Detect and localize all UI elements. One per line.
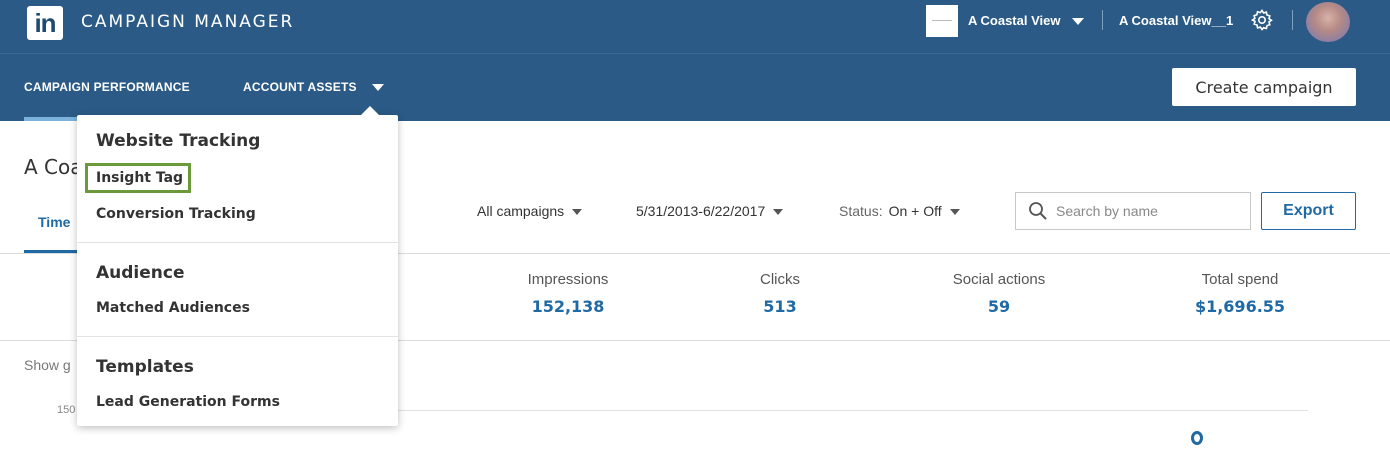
dropdown-heading-website-tracking: Website Tracking [96, 131, 261, 151]
chevron-down-icon [572, 209, 583, 216]
metric-impressions: Impressions 152,138 [488, 271, 648, 316]
user-avatar[interactable] [1306, 2, 1350, 42]
metric-value[interactable]: 59 [919, 297, 1079, 316]
gear-icon[interactable] [1250, 8, 1274, 32]
nav-campaign-performance[interactable]: CAMPAIGN PERFORMANCE [24, 80, 190, 94]
menu-item-lead-generation-forms[interactable]: Lead Generation Forms [96, 394, 280, 410]
dropdown-divider [77, 336, 398, 337]
chevron-down-icon[interactable] [1072, 18, 1084, 25]
metric-label: Total spend [1201, 271, 1279, 288]
date-range-label: 5/31/2013-6/22/2017 [636, 203, 766, 219]
linkedin-logo[interactable]: in [27, 6, 63, 40]
metric-total-spend: Total spend $1,696.55 [1160, 271, 1320, 316]
metric-clicks: Clicks 513 [700, 271, 860, 316]
page-title: A Coa [24, 155, 83, 179]
chart-y-tick: 150 [57, 404, 76, 416]
chevron-down-icon [773, 209, 784, 216]
metric-social-actions: Social actions 59 [919, 271, 1079, 316]
show-graph-label[interactable]: Show g [24, 357, 71, 373]
account-logo-thumbnail[interactable] [926, 5, 958, 37]
metric-label: Impressions [527, 271, 609, 288]
app-title: CAMPAIGN MANAGER [81, 12, 295, 32]
search-icon [1029, 202, 1047, 220]
dropdown-heading-audience: Audience [96, 263, 185, 283]
dropdown-divider [77, 242, 398, 243]
create-campaign-button[interactable]: Create campaign [1172, 68, 1356, 106]
account-assets-dropdown: Website Tracking Insight Tag Conversion … [77, 115, 398, 426]
date-range-filter[interactable]: 5/31/2013-6/22/2017 [636, 203, 784, 219]
status-filter[interactable]: Status: On + Off [839, 203, 960, 219]
account-name[interactable]: A Coastal View [968, 13, 1060, 28]
header-separator [1292, 10, 1293, 30]
dropdown-heading-templates: Templates [96, 357, 194, 377]
tab-time[interactable]: Time [38, 214, 70, 230]
chart-data-point[interactable] [1191, 431, 1203, 445]
search-box[interactable] [1015, 192, 1251, 230]
menu-item-conversion-tracking[interactable]: Conversion Tracking [96, 206, 256, 222]
campaigns-filter[interactable]: All campaigns [477, 203, 583, 219]
chart-grid-line [398, 410, 1308, 411]
chevron-down-icon[interactable] [372, 84, 384, 91]
status-label: Status: [839, 203, 883, 219]
status-value: On + Off [888, 203, 942, 219]
header-separator [1102, 10, 1103, 30]
metric-value[interactable]: $1,696.55 [1160, 297, 1320, 316]
metric-label: Social actions [952, 271, 1046, 288]
export-button[interactable]: Export [1261, 192, 1356, 230]
menu-item-matched-audiences[interactable]: Matched Audiences [96, 300, 250, 316]
metric-value[interactable]: 513 [700, 297, 860, 316]
chevron-down-icon [949, 209, 960, 216]
menu-item-insight-tag[interactable]: Insight Tag [96, 170, 183, 186]
account-id: A Coastal View__1 [1119, 13, 1234, 28]
dropdown-pointer [361, 106, 379, 115]
campaigns-filter-label: All campaigns [477, 203, 565, 219]
search-input[interactable] [1056, 194, 1246, 228]
nav-active-indicator [24, 117, 84, 121]
nav-account-assets[interactable]: ACCOUNT ASSETS [243, 80, 357, 94]
metric-value[interactable]: 152,138 [488, 297, 648, 316]
metric-label: Clicks [760, 271, 800, 288]
